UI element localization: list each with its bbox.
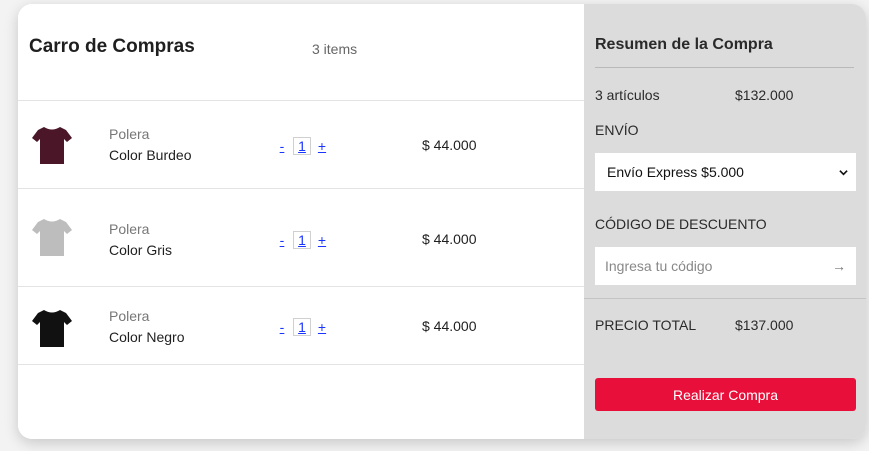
quantity-value[interactable]: 1: [293, 231, 311, 249]
order-summary-panel: Resumen de la Compra 3 artículos $132.00…: [584, 4, 866, 439]
decrease-button[interactable]: -: [277, 232, 287, 248]
cart-item: Polera Color Gris - 1 + $ 44.000: [18, 189, 584, 287]
increase-button[interactable]: +: [317, 319, 327, 335]
checkout-button[interactable]: Realizar Compra: [595, 378, 856, 411]
cart-title: Carro de Compras: [29, 36, 195, 57]
item-color: Color Burdeo: [109, 147, 192, 163]
shipping-selected-value: Envío Express $5.000: [607, 164, 744, 180]
shipping-select[interactable]: Envío Express $5.000: [595, 153, 856, 191]
tshirt-icon: [32, 310, 72, 347]
items-count-label: 3 artículos: [595, 87, 660, 103]
cart-item-count: 3 items: [312, 41, 358, 57]
increase-button[interactable]: +: [317, 138, 327, 154]
item-price: $ 44.000: [422, 318, 477, 334]
discount-code-input[interactable]: [603, 257, 832, 275]
item-price: $ 44.000: [422, 231, 477, 247]
decrease-button[interactable]: -: [277, 138, 287, 154]
item-color: Color Negro: [109, 329, 185, 345]
total-value: $137.000: [735, 317, 794, 333]
tshirt-shape: [32, 219, 72, 256]
chevron-down-icon: [839, 169, 848, 175]
tshirt-icon: [32, 127, 72, 164]
item-type: Polera: [109, 308, 150, 324]
shipping-label: ENVÍO: [595, 122, 639, 138]
quantity-value[interactable]: 1: [293, 318, 311, 336]
item-color: Color Gris: [109, 242, 173, 258]
quantity-value[interactable]: 1: [293, 137, 311, 155]
quantity-stepper: - 1 +: [277, 137, 327, 155]
decrease-button[interactable]: -: [277, 319, 287, 335]
shopping-cart-card: Carro de Compras 3 items Polera Color Bu…: [18, 4, 866, 439]
tshirt-icon: [32, 219, 72, 256]
cart-item: Polera Color Negro - 1 + $ 44.000: [18, 287, 584, 365]
item-type: Polera: [109, 221, 150, 237]
items-subtotal: $132.000: [735, 87, 794, 103]
item-price: $ 44.000: [422, 137, 477, 153]
summary-title: Resumen de la Compra: [595, 36, 773, 53]
total-label: PRECIO TOTAL: [595, 317, 697, 333]
tshirt-shape: [32, 310, 72, 347]
summary-divider: [584, 298, 866, 299]
arrow-right-icon[interactable]: →: [832, 258, 846, 274]
cart-panel: Carro de Compras 3 items Polera Color Bu…: [18, 4, 584, 439]
increase-button[interactable]: +: [317, 232, 327, 248]
item-type: Polera: [109, 126, 150, 142]
quantity-stepper: - 1 +: [277, 231, 327, 249]
cart-item: Polera Color Burdeo - 1 + $ 44.000: [18, 101, 584, 189]
summary-divider: [595, 67, 854, 68]
discount-code-field: →: [595, 247, 856, 285]
quantity-stepper: - 1 +: [277, 318, 327, 336]
cart-header: Carro de Compras 3 items: [18, 4, 584, 101]
discount-label: CÓDIGO DE DESCUENTO: [595, 216, 767, 232]
tshirt-shape: [32, 127, 72, 164]
